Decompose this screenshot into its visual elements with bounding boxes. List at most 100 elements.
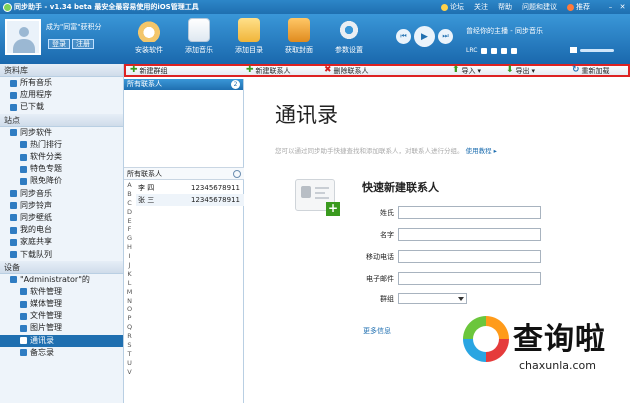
sidebar-item-icon	[20, 288, 27, 296]
index-letter[interactable]: H	[124, 243, 135, 252]
last-name-input[interactable]	[398, 206, 541, 219]
sidebar-item[interactable]: 已下载	[0, 101, 123, 113]
mobile-phone-input[interactable]	[398, 250, 541, 263]
index-letter[interactable]: G	[124, 234, 135, 243]
sidebar-item[interactable]: 家庭共享	[0, 236, 123, 248]
group-all-contacts[interactable]: 所有联系人 2	[124, 79, 243, 90]
group-select[interactable]	[398, 293, 467, 304]
sidebar-item-icon	[20, 165, 27, 173]
index-letter[interactable]: B	[124, 190, 135, 199]
index-letter[interactable]: D	[124, 208, 135, 217]
reload-button[interactable]: ↻ 重新加载	[572, 66, 610, 75]
sidebar-item[interactable]: 下载队列	[0, 248, 123, 260]
index-letter[interactable]: A	[124, 181, 135, 190]
sidebar-item[interactable]: 同步软件	[0, 127, 123, 139]
user-status[interactable]: 成为"同富"获积分	[46, 22, 101, 32]
repeat-icon[interactable]	[491, 47, 498, 54]
play-icon[interactable]: ▶	[414, 26, 435, 47]
sidebar-item[interactable]: "Administrator"的	[0, 274, 123, 286]
sidebar-item[interactable]: 我的电台	[0, 224, 123, 236]
player-controls: ⏮ ▶ ⏭	[396, 26, 453, 47]
index-letter[interactable]: I	[124, 252, 135, 261]
close-icon[interactable]: ✕	[617, 2, 628, 12]
sidebar-item[interactable]: 同步壁纸	[0, 212, 123, 224]
install-software-button[interactable]: 安装软件	[124, 18, 174, 55]
add-music-button[interactable]: 添加音乐	[174, 18, 224, 55]
register-button[interactable]: 注册	[72, 39, 94, 49]
playlist-icon[interactable]	[481, 47, 488, 54]
lrc-toggle[interactable]: LRC	[466, 47, 477, 54]
search-icon[interactable]	[233, 170, 241, 178]
index-letter[interactable]: Q	[124, 323, 135, 332]
watermark-logo-icon	[463, 316, 509, 362]
index-letter[interactable]: C	[124, 199, 135, 208]
sidebar-item-label: 同步软件	[20, 127, 52, 137]
index-letter[interactable]: N	[124, 297, 135, 306]
volume-slider[interactable]	[580, 48, 614, 52]
login-button[interactable]: 登录	[48, 39, 70, 49]
contact-phone: 12345678911	[191, 184, 240, 192]
tutorial-link[interactable]: 使用教程	[466, 147, 492, 155]
index-letter[interactable]: O	[124, 305, 135, 314]
sidebar-item[interactable]: 特色专题	[0, 163, 123, 175]
more-info-link[interactable]: 更多信息	[363, 326, 391, 336]
link-recommend[interactable]: 推荐	[567, 2, 590, 12]
sidebar-item[interactable]: 通讯录	[0, 334, 123, 347]
settings-button[interactable]: 参数设置	[324, 18, 374, 55]
get-cover-button[interactable]: 获取封面	[274, 18, 324, 55]
chevron-down-icon: ▾	[477, 66, 482, 75]
list-item[interactable]: 李 四 12345678911	[136, 182, 244, 194]
index-letter[interactable]: M	[124, 288, 135, 297]
new-contact-button[interactable]: ✚ 新建联系人	[246, 66, 291, 75]
avatar[interactable]	[5, 19, 41, 55]
index-letter[interactable]: E	[124, 217, 135, 226]
sidebar-item-icon	[10, 202, 17, 210]
sidebar-item[interactable]: 文件管理	[0, 310, 123, 322]
watermark-brand: 查询啦	[513, 322, 606, 357]
sidebar-section-header: 设备	[0, 260, 123, 274]
sidebar-item[interactable]: 软件分类	[0, 151, 123, 163]
sidebar-item[interactable]: 所有音乐	[0, 77, 123, 89]
sidebar-item[interactable]: 同步铃声	[0, 200, 123, 212]
import-button[interactable]: ⬆ 导入 ▾	[452, 66, 481, 75]
sidebar-item[interactable]: 媒体管理	[0, 298, 123, 310]
index-letter[interactable]: V	[124, 368, 135, 377]
link-feedback[interactable]: 问题和建议	[522, 2, 557, 12]
index-letter[interactable]: F	[124, 225, 135, 234]
delete-contact-button[interactable]: ✖ 删除联系人	[324, 66, 369, 75]
list-item[interactable]: 张 三 12345678911	[136, 194, 244, 206]
new-group-button[interactable]: ✚ 新建群组	[130, 66, 168, 75]
minimize-icon[interactable]: –	[605, 2, 616, 12]
export-button[interactable]: ⬇ 导出 ▾	[506, 66, 535, 75]
first-name-input[interactable]	[398, 228, 541, 241]
sidebar-item[interactable]: 软件管理	[0, 286, 123, 298]
sidebar-item[interactable]: 备忘录	[0, 347, 123, 359]
index-letter[interactable]: U	[124, 359, 135, 368]
sidebar-item[interactable]: 限免降价	[0, 175, 123, 187]
index-letter[interactable]: J	[124, 261, 135, 270]
sidebar-item[interactable]: 同步音乐	[0, 188, 123, 200]
sidebar-item[interactable]: 应用程序	[0, 89, 123, 101]
link-follow[interactable]: 关注	[474, 2, 488, 12]
speaker-icon[interactable]	[570, 47, 577, 53]
email-input[interactable]	[398, 272, 541, 285]
index-letter[interactable]: T	[124, 350, 135, 359]
sidebar-item-label: 同步音乐	[20, 188, 52, 198]
sidebar-item[interactable]: 热门排行	[0, 139, 123, 151]
shuffle-icon[interactable]	[501, 47, 508, 54]
next-track-icon[interactable]: ⏭	[438, 29, 453, 44]
link-forum[interactable]: 论坛	[441, 2, 464, 12]
index-letter[interactable]: R	[124, 332, 135, 341]
link-help[interactable]: 帮助	[498, 2, 512, 12]
sidebar-item[interactable]: 图片管理	[0, 322, 123, 334]
index-letter[interactable]: P	[124, 314, 135, 323]
index-letter[interactable]: L	[124, 279, 135, 288]
sidebar-item-label: "Administrator"的	[20, 274, 90, 284]
index-letter[interactable]: K	[124, 270, 135, 279]
refresh-icon: ↻	[572, 65, 580, 75]
previous-track-icon[interactable]: ⏮	[396, 29, 411, 44]
contact-filter[interactable]: 所有联系人	[124, 167, 244, 180]
index-letter[interactable]: S	[124, 341, 135, 350]
equalizer-icon[interactable]	[511, 47, 518, 54]
add-folder-button[interactable]: 添加目录	[224, 18, 274, 55]
